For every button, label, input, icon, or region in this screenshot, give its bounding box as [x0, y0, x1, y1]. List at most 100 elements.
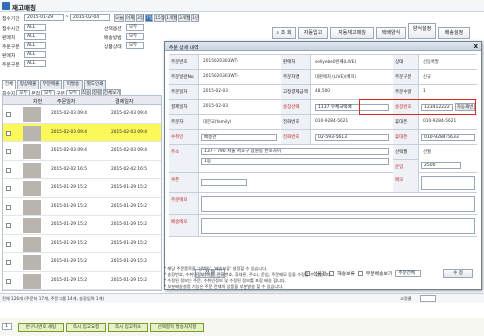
basket-setting-button[interactable]: 반구니번호 세팅 — [18, 323, 64, 332]
quick-date-7[interactable]: 1년 — [191, 14, 199, 22]
value-state: 선등록발 — [423, 60, 439, 65]
row-ordered-date: 2015-02-02 16:5 — [51, 166, 87, 172]
label-receiver-phone: 전화번호 — [281, 130, 311, 144]
tab-separate-print[interactable]: 별도인쇄 — [84, 80, 106, 89]
form-row-order-no: 주문번호 2015020303WT- 판매처 sellyebe0번째(LIVE)… — [169, 55, 477, 70]
address-detail-input[interactable]: 1동 — [201, 158, 389, 165]
row-checkbox[interactable] — [6, 241, 11, 247]
value-order-no: 2015020303WT- — [203, 59, 239, 64]
auto-invoice-button[interactable]: 자동재번 — [455, 103, 475, 111]
seller-label: 판매처 — [2, 36, 16, 41]
address-input[interactable]: 137 - 790 서울 서초구 잠원동 반포자이 — [201, 148, 389, 155]
table-row[interactable]: 2015-02-03 09:4 2015-02-03 09:4 — [3, 123, 161, 142]
product-thumbnail — [23, 125, 41, 141]
quick-date-5[interactable]: 1개월 — [165, 14, 177, 22]
status-right-label: 고정쿨 — [400, 296, 412, 301]
auto-stock-match-button[interactable]: 자동재고매칭 — [330, 27, 374, 39]
table-row[interactable]: 2015-02-02 16:5 2015-02-02 16:5 — [3, 161, 161, 179]
table-row[interactable]: 2015-01-29 15:2 2015-01-29 15:2 — [3, 216, 161, 235]
status-select[interactable]: 모두 — [126, 42, 144, 49]
footer-bar: 1 반구니번호 세팅 즉시 입고요청 즉시 입고취소 선택항목 발송처지정 — [0, 318, 484, 336]
quick-date-0[interactable]: 오늘 — [114, 14, 124, 22]
invoice-input[interactable]: 123412222 — [421, 104, 453, 111]
delivery-memo-input[interactable] — [201, 218, 475, 234]
receiver-mobile-input[interactable]: 010-9284-5633 — [421, 134, 475, 141]
search-button[interactable]: ⌕ 조 회 — [272, 27, 296, 39]
receiver-input[interactable]: 배송관 — [201, 134, 277, 141]
row-checkbox[interactable] — [6, 149, 11, 154]
form-row-coupon: 쿠폰 메모 — [169, 173, 477, 193]
assign-sender-button[interactable]: 선택항목 발송처지정 — [150, 323, 204, 332]
row-ordered-date: 2015-01-29 15:2 — [51, 203, 87, 209]
product-thumbnail — [23, 144, 41, 159]
row-checkbox[interactable] — [6, 223, 11, 228]
close-icon[interactable]: x — [473, 42, 478, 50]
row-ordered-date: 2015-01-29 15:2 — [51, 240, 87, 246]
table-row[interactable]: 2015-02-03 09:4 2015-02-03 09:4 — [3, 105, 161, 124]
value-orderer-mobile: 010-9284-5621 — [423, 119, 457, 124]
table-row[interactable]: 2015-01-29 15:2 2015-01-29 15:2 — [3, 198, 161, 216]
order-type-select[interactable]: ALL — [24, 42, 46, 49]
table-row[interactable]: 2015-01-29 15:2 2015-01-29 15:2 — [3, 253, 161, 272]
table-row[interactable]: 2015-01-29 15:2 2015-01-29 15:2 — [3, 235, 161, 253]
delivery-settings-button[interactable]: 배송설정 — [438, 27, 470, 39]
table-row[interactable]: 2015-02-03 09:4 2015-02-03 09:4 — [3, 142, 161, 161]
fixed-select[interactable] — [420, 295, 436, 302]
quick-date-6[interactable]: 3개월 — [178, 14, 190, 22]
quick-date-4[interactable]: 15일 — [154, 14, 165, 22]
label-invoice-no: 송장번호 — [393, 100, 419, 114]
tab-all[interactable]: 전체 — [2, 80, 16, 89]
tab-unsent[interactable]: 미발송 — [63, 80, 83, 89]
receiver-phone-input[interactable]: 02-593-5613 — [315, 134, 389, 141]
order-memo-input[interactable] — [201, 196, 475, 212]
status-label: 상품상태 — [104, 45, 122, 50]
page-select[interactable]: 1 — [2, 323, 12, 330]
row-ordered-date: 2015-01-29 15:2 — [51, 185, 87, 190]
row-checkbox[interactable] — [6, 278, 11, 284]
seller-select-2[interactable]: ALL — [24, 51, 46, 58]
table-row[interactable]: 2015-01-29 15:2 2015-01-29 15:2 — [3, 179, 161, 198]
option-select[interactable]: 모두 — [126, 24, 144, 31]
product-thumbnail — [23, 273, 41, 289]
row-checkbox[interactable] — [6, 186, 11, 191]
instant-receive-button[interactable]: 즉시 입고요청 — [66, 323, 106, 332]
quick-date-2[interactable]: 3일 — [136, 14, 144, 22]
memo-input[interactable] — [421, 176, 475, 190]
value-orderer: 대한교(family) — [203, 120, 232, 125]
grid-header-ordered: 주문일자 — [57, 99, 76, 105]
label-quantity: 주문수량 — [393, 85, 419, 99]
row-checkbox[interactable] — [6, 130, 11, 136]
order-type-select-2[interactable]: ALL — [24, 60, 46, 67]
label-delivery-memo: 배송메모 — [169, 215, 199, 236]
date-to-input[interactable]: 2015-02-04 — [70, 14, 110, 21]
quick-date-3[interactable]: 7일 — [145, 14, 153, 22]
row-checkbox[interactable] — [6, 112, 11, 117]
form-row-order-date: 주문일자 2015-02-03 고정결제금액 48,500 주문수량 1 — [169, 85, 477, 100]
row-checkbox[interactable] — [6, 260, 11, 265]
shipping-fee-input[interactable]: 2500 — [421, 162, 461, 169]
row-checkbox[interactable] — [6, 167, 11, 173]
seller-select[interactable]: ALL — [24, 33, 46, 40]
row-paid-date: 2015-02-03 09:4 — [111, 111, 147, 116]
app-icon — [2, 2, 10, 10]
form-row-paid-date: 결제일자 2015-02-03 송장선택 1137 우체국택배 송장번호 123… — [169, 99, 477, 115]
date-separator: ~ — [65, 15, 70, 20]
delivery-form-button[interactable]: 택배양식 — [376, 27, 406, 39]
auto-receive-button[interactable]: 자동입고 — [298, 27, 328, 39]
option-label: 선택옵션 — [104, 27, 122, 32]
tab-normal[interactable]: 정상매출 — [17, 80, 39, 89]
order-grid: 차번 주문일자 결제일자 2015-02-03 09:4 2015-02-03 0… — [2, 95, 162, 291]
quick-date-1[interactable]: 어제 — [125, 14, 135, 22]
label-orderer-name: 주문자명 — [281, 70, 311, 84]
tab-partial[interactable]: 부분매출 — [40, 80, 62, 89]
instant-cancel-button[interactable]: 즉시 입고취소 — [108, 323, 148, 332]
coupon-select[interactable] — [201, 179, 247, 186]
delivery-select[interactable]: 모두 — [126, 33, 144, 40]
time-select[interactable]: ALL — [24, 24, 46, 31]
form-settings-button[interactable]: 양식설정 — [408, 23, 436, 39]
row-checkbox[interactable] — [6, 204, 11, 210]
table-row[interactable]: 2015-01-29 15:2 2015-01-29 15:2 — [3, 272, 161, 290]
grid-body: 2015-02-03 09:4 2015-02-03 09:4 2015-02-03… — [3, 105, 161, 290]
date-from-input[interactable]: 2015-01-29 — [24, 14, 64, 21]
label-select-month: 선택월 — [393, 145, 419, 159]
